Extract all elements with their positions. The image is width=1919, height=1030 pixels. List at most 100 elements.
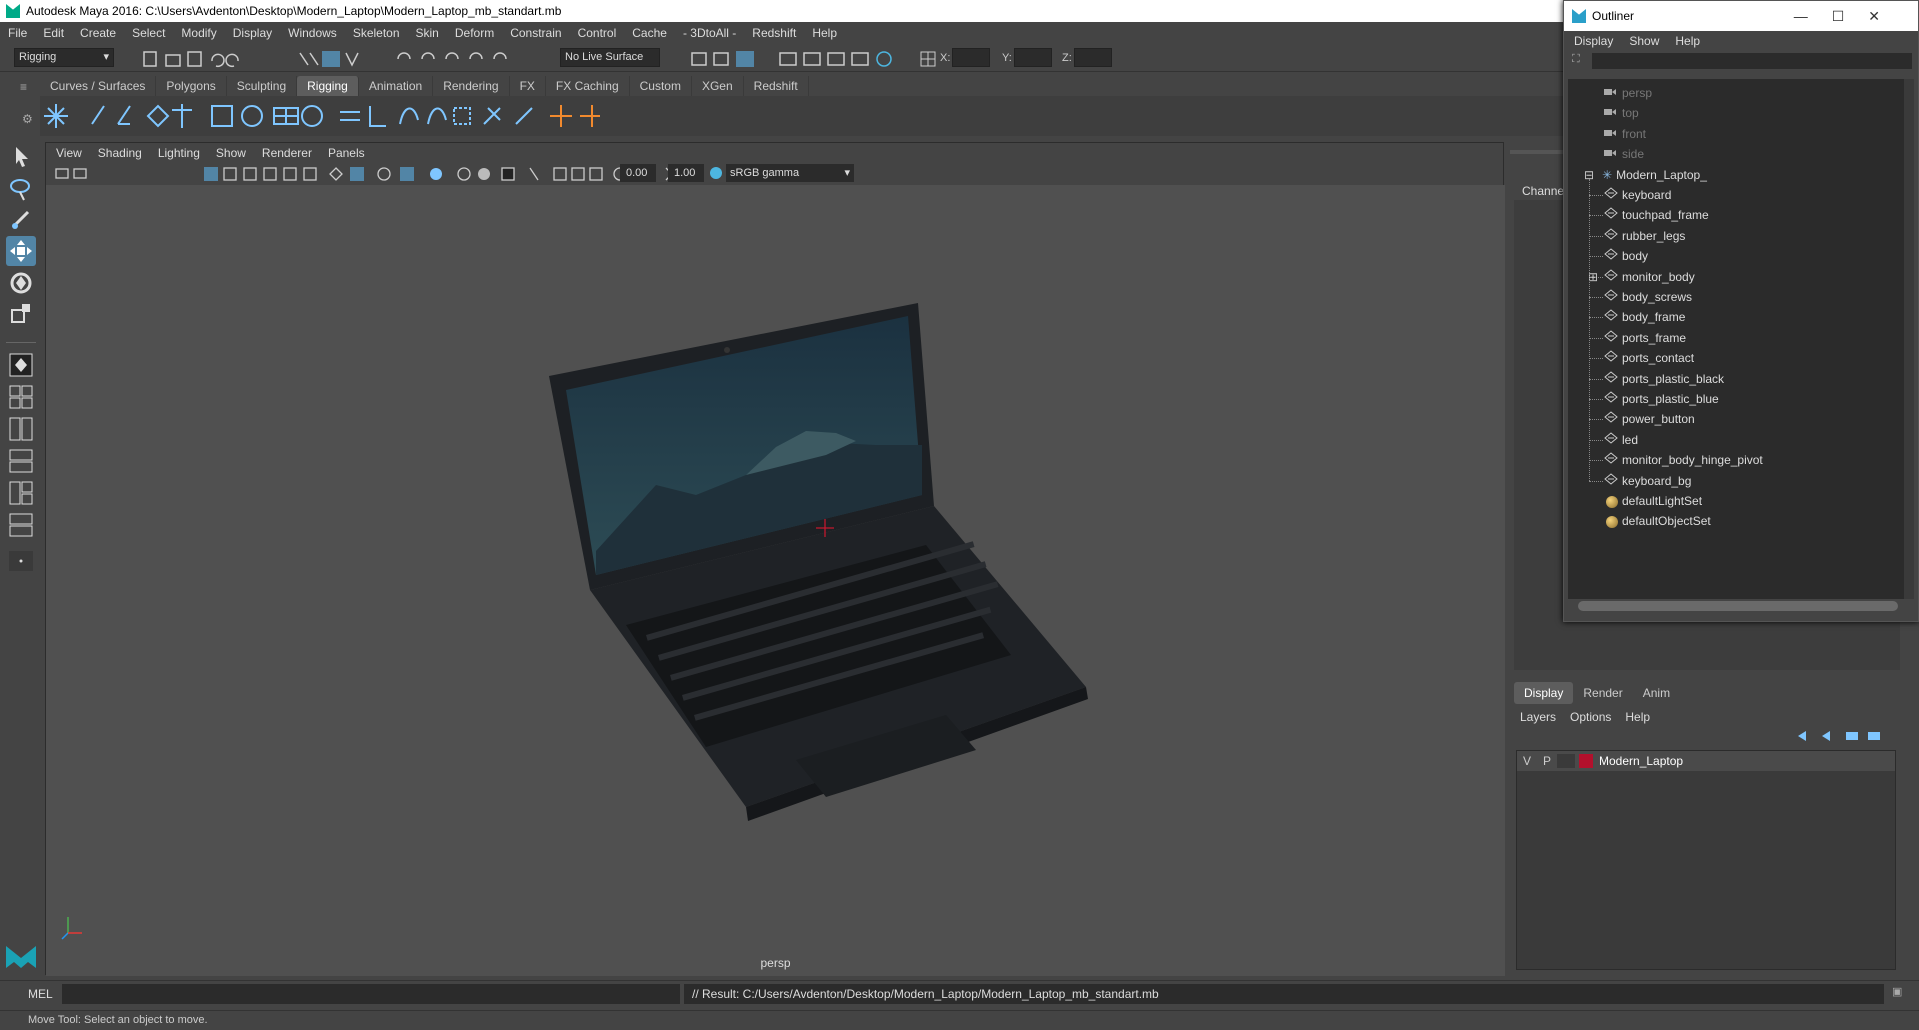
y-field[interactable] xyxy=(1014,48,1052,67)
layer-display-type[interactable] xyxy=(1557,754,1575,768)
maximize-icon[interactable]: ☐ xyxy=(1832,8,1869,24)
shelf-tab-fx[interactable]: FX xyxy=(510,76,546,96)
outliner-search-input[interactable] xyxy=(1592,53,1912,69)
layer-name[interactable]: Modern_Laptop xyxy=(1599,754,1683,768)
outliner-item-group[interactable]: ⊟ ✳ Modern_Laptop_ xyxy=(1584,165,1707,185)
outliner-item-top[interactable]: top xyxy=(1604,103,1639,123)
outliner-item-persp[interactable]: persp xyxy=(1604,83,1652,103)
two-view-layout[interactable] xyxy=(6,414,36,444)
viewport-menu-panels[interactable]: Panels xyxy=(328,146,365,160)
viewport-menu-show[interactable]: Show xyxy=(216,146,246,160)
shelf-tab-rendering[interactable]: Rendering xyxy=(433,76,510,96)
colorspace-dropdown[interactable]: sRGB gamma ▾ xyxy=(726,164,854,182)
outliner-item-touchpad-frame[interactable]: touchpad_frame xyxy=(1604,205,1709,225)
menu-edit[interactable]: Edit xyxy=(43,26,64,40)
outliner-item-ports-plastic-blue[interactable]: ports_plastic_blue xyxy=(1604,389,1719,409)
outliner-menu-help[interactable]: Help xyxy=(1675,34,1700,48)
mel-label[interactable]: MEL xyxy=(28,987,53,1001)
layer-tab-display[interactable]: Display xyxy=(1514,682,1574,704)
outliner-item-monitor-body-hinge-pivot[interactable]: monitor_body_hinge_pivot xyxy=(1604,450,1763,470)
live-surface-field[interactable]: No Live Surface xyxy=(560,48,660,67)
menu-cache[interactable]: Cache xyxy=(632,26,667,40)
shelf-menu-icon[interactable]: ≡ xyxy=(20,80,27,94)
outliner-item-ports-frame[interactable]: ports_frame xyxy=(1604,328,1686,348)
layer-menu-layers[interactable]: Layers xyxy=(1520,710,1556,724)
outliner-item-rubber-legs[interactable]: rubber_legs xyxy=(1604,226,1685,246)
move-tool[interactable] xyxy=(6,236,36,266)
scale-tool[interactable] xyxy=(6,298,36,328)
four-view-layout[interactable] xyxy=(6,382,36,412)
menu-redshift[interactable]: Redshift xyxy=(752,26,796,40)
x-field[interactable] xyxy=(952,48,990,67)
layer-menu-help[interactable]: Help xyxy=(1625,710,1650,724)
outliner-item-led[interactable]: led xyxy=(1604,430,1638,450)
perspective-viewport[interactable]: persp xyxy=(46,185,1505,976)
outliner-item-front[interactable]: front xyxy=(1604,124,1646,144)
rotate-tool[interactable] xyxy=(6,268,36,298)
outliner-item-body[interactable]: body xyxy=(1604,246,1648,266)
outliner-horizontal-scrollbar[interactable] xyxy=(1578,601,1898,611)
shelf-tab-curves-surfaces[interactable]: Curves / Surfaces xyxy=(40,76,157,96)
z-field[interactable] xyxy=(1074,48,1112,67)
outliner-item-ports-plastic-black[interactable]: ports_plastic_black xyxy=(1604,369,1724,389)
menu-modify[interactable]: Modify xyxy=(181,26,216,40)
persp-graph-layout[interactable] xyxy=(6,478,36,508)
mel-input[interactable] xyxy=(62,984,680,1004)
menu-deform[interactable]: Deform xyxy=(455,26,494,40)
exposure-field[interactable]: 0.00 xyxy=(620,164,656,182)
shelf-tab-fx-caching[interactable]: FX Caching xyxy=(546,76,630,96)
menu-create[interactable]: Create xyxy=(80,26,116,40)
toolbox-more[interactable] xyxy=(6,546,36,576)
shelf-tab-animation[interactable]: Animation xyxy=(359,76,434,96)
outliner-menu-show[interactable]: Show xyxy=(1629,34,1659,48)
menu-3dtoall[interactable]: - 3DtoAll - xyxy=(683,26,736,40)
layer-menu-options[interactable]: Options xyxy=(1570,710,1611,724)
shelf-tab-rigging[interactable]: Rigging xyxy=(297,76,359,96)
shelf-tab-custom[interactable]: Custom xyxy=(630,76,692,96)
menu-control[interactable]: Control xyxy=(578,26,617,40)
outliner-item-monitor-body[interactable]: ⊞ monitor_body xyxy=(1588,267,1695,287)
viewport-menu-renderer[interactable]: Renderer xyxy=(262,146,312,160)
layer-row[interactable]: V P Modern_Laptop xyxy=(1517,751,1895,771)
outliner-item-ports-contact[interactable]: ports_contact xyxy=(1604,348,1694,368)
hypershade-layout[interactable] xyxy=(6,510,36,540)
layer-color-swatch[interactable] xyxy=(1579,754,1593,768)
shelf-gear-icon[interactable]: ⚙ xyxy=(22,112,33,126)
outliner-item-power-button[interactable]: power_button xyxy=(1604,409,1695,429)
menu-display[interactable]: Display xyxy=(233,26,272,40)
menu-help[interactable]: Help xyxy=(812,26,837,40)
shelf-tab-polygons[interactable]: Polygons xyxy=(156,76,227,96)
outliner-item-defaultlightset[interactable]: defaultLightSet xyxy=(1606,491,1702,511)
layer-tab-render[interactable]: Render xyxy=(1573,682,1632,704)
color-management-icon[interactable] xyxy=(708,164,724,182)
lasso-tool[interactable] xyxy=(6,174,36,204)
menu-file[interactable]: File xyxy=(8,26,27,40)
outliner-item-keyboard[interactable]: keyboard xyxy=(1604,185,1671,205)
outliner-item-defaultobjectset[interactable]: defaultObjectSet xyxy=(1606,511,1711,531)
outliner-item-keyboard-bg[interactable]: keyboard_bg xyxy=(1604,471,1691,491)
shelf-tab-xgen[interactable]: XGen xyxy=(692,76,744,96)
viewport-menu-lighting[interactable]: Lighting xyxy=(158,146,200,160)
select-tool[interactable] xyxy=(6,142,36,172)
shelf-tab-sculpting[interactable]: Sculpting xyxy=(227,76,298,96)
close-icon[interactable]: ✕ xyxy=(1868,8,1904,24)
outliner-vertical-scrollbar[interactable] xyxy=(1904,79,1914,599)
layer-playback-toggle[interactable]: P xyxy=(1537,754,1557,768)
gamma-field[interactable]: 1.00 xyxy=(668,164,704,182)
menuset-dropdown[interactable]: Rigging ▾ xyxy=(14,48,114,67)
script-editor-icon[interactable]: ▣ xyxy=(1892,985,1902,998)
single-perspective-layout[interactable] xyxy=(6,350,36,380)
minimize-icon[interactable]: — xyxy=(1794,8,1832,24)
outliner-menu-display[interactable]: Display xyxy=(1574,34,1613,48)
viewport-menu-shading[interactable]: Shading xyxy=(98,146,142,160)
filter-icon[interactable]: ⛶ xyxy=(1572,53,1580,66)
menu-windows[interactable]: Windows xyxy=(288,26,337,40)
outliner-item-body-frame[interactable]: body_frame xyxy=(1604,307,1685,327)
menu-skeleton[interactable]: Skeleton xyxy=(353,26,400,40)
layer-tab-anim[interactable]: Anim xyxy=(1633,682,1680,704)
shelf-tab-redshift[interactable]: Redshift xyxy=(744,76,809,96)
layer-visibility-toggle[interactable]: V xyxy=(1517,754,1537,768)
persp-outliner-layout[interactable] xyxy=(6,446,36,476)
menu-select[interactable]: Select xyxy=(132,26,165,40)
menu-constrain[interactable]: Constrain xyxy=(510,26,561,40)
